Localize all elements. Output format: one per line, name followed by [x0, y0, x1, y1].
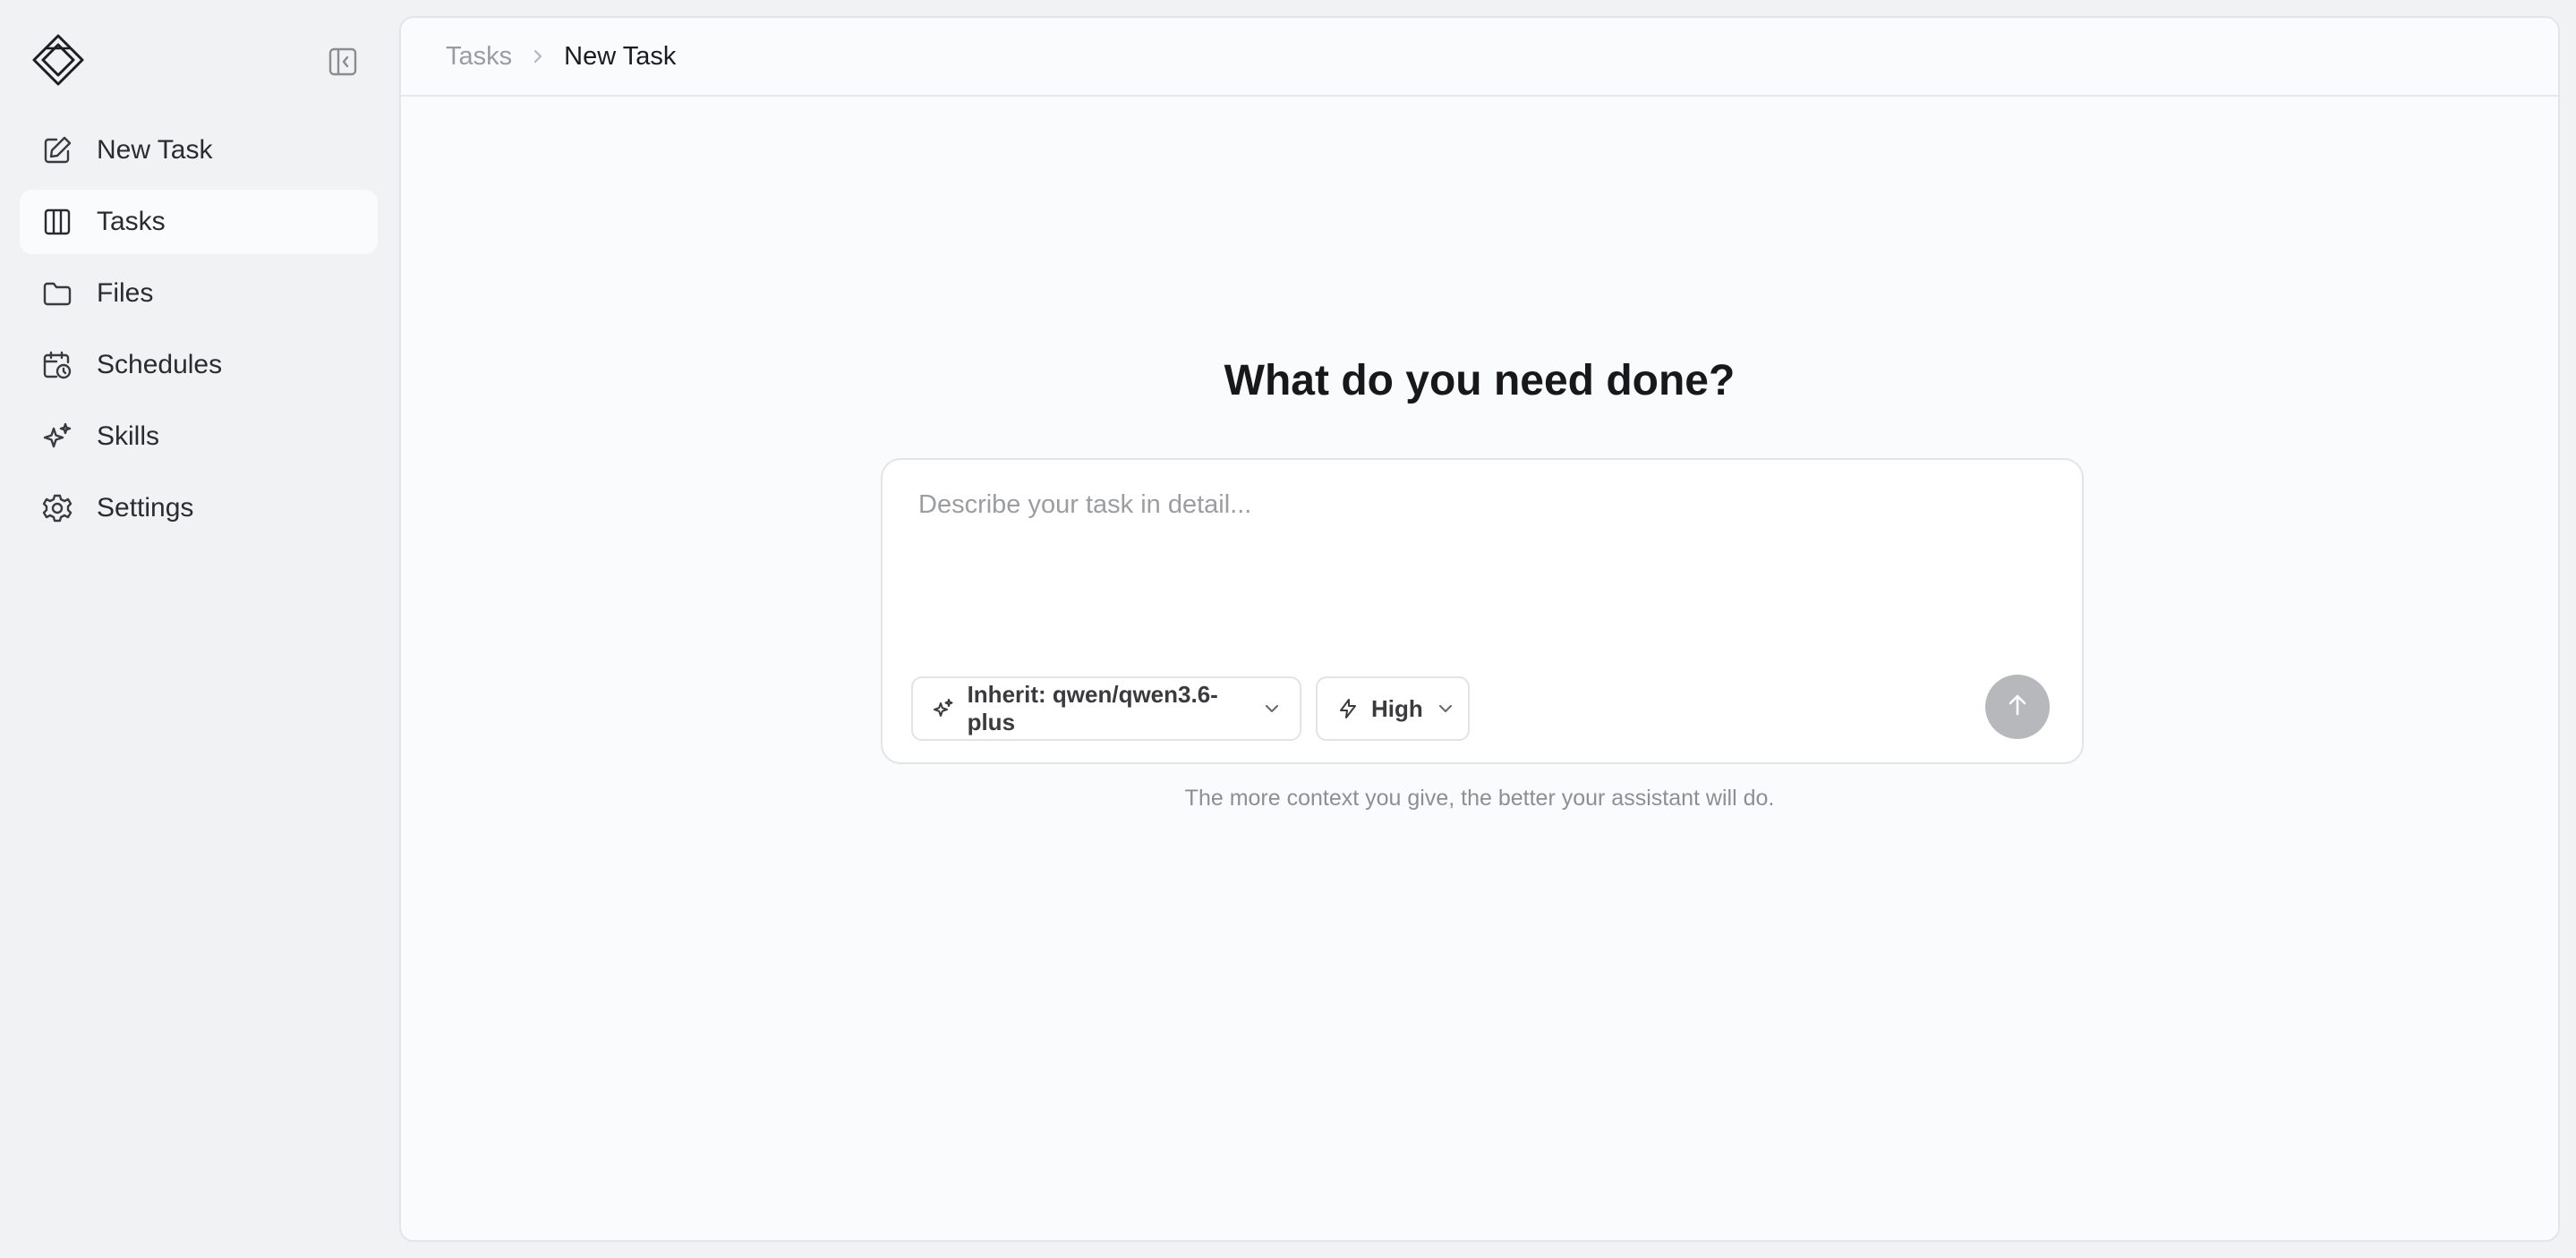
sidebar-item-tasks[interactable]: Tasks [20, 190, 378, 254]
effort-selector-dropdown[interactable]: High [1316, 676, 1470, 741]
main-panel: Tasks New Task What do you need done? In… [399, 16, 2560, 1242]
lightning-icon [1337, 697, 1359, 720]
sidebar-item-label: New Task [97, 135, 213, 165]
sidebar-item-label: Files [97, 278, 154, 308]
sidebar-item-new-task[interactable]: New Task [20, 118, 378, 183]
sidebar-item-skills[interactable]: Skills [20, 404, 378, 469]
send-button[interactable] [1985, 675, 2050, 739]
chevron-right-icon [532, 47, 544, 65]
sidebar-item-files[interactable]: Files [20, 261, 378, 326]
sparkles-icon [933, 697, 955, 720]
sidebar: New Task Tasks Files Schedules Skills Se… [0, 0, 399, 1258]
breadcrumb: Tasks New Task [401, 18, 2558, 97]
breadcrumb-tasks-link[interactable]: Tasks [446, 42, 512, 72]
sidebar-item-label: Settings [97, 493, 194, 523]
sidebar-item-schedules[interactable]: Schedules [20, 333, 378, 397]
sidebar-item-label: Tasks [97, 207, 166, 236]
chevron-down-icon [1264, 703, 1280, 714]
gear-icon [41, 492, 73, 524]
folder-icon [41, 277, 73, 310]
columns-icon [41, 206, 73, 238]
pencil-square-icon [41, 134, 73, 166]
task-description-input[interactable] [918, 490, 2046, 616]
arrow-up-icon [2006, 693, 2029, 722]
breadcrumb-current: New Task [564, 41, 677, 71]
calendar-clock-icon [41, 349, 73, 381]
task-composer: Inherit: qwen/qwen3.6-plus High [881, 458, 2084, 764]
helper-text: The more context you give, the better yo… [1184, 786, 1775, 811]
effort-selector-label: High [1371, 694, 1423, 722]
model-selector-dropdown[interactable]: Inherit: qwen/qwen3.6-plus [911, 676, 1301, 741]
page-title: What do you need done? [1224, 357, 1736, 404]
sidebar-item-label: Skills [97, 421, 160, 451]
chevron-down-icon [1437, 703, 1454, 714]
window-bottom-edge [0, 1242, 2576, 1258]
model-selector-label: Inherit: qwen/qwen3.6-plus [967, 681, 1218, 735]
sidebar-item-settings[interactable]: Settings [20, 476, 378, 540]
sparkles-icon [41, 421, 73, 453]
sidebar-item-label: Schedules [97, 350, 223, 379]
logo-icon[interactable] [30, 32, 86, 88]
app-window: New Task Tasks Files Schedules Skills Se… [0, 0, 2576, 1258]
sidebar-nav: New Task Tasks Files Schedules Skills Se… [20, 118, 378, 548]
collapse-sidebar-icon[interactable] [326, 45, 360, 79]
